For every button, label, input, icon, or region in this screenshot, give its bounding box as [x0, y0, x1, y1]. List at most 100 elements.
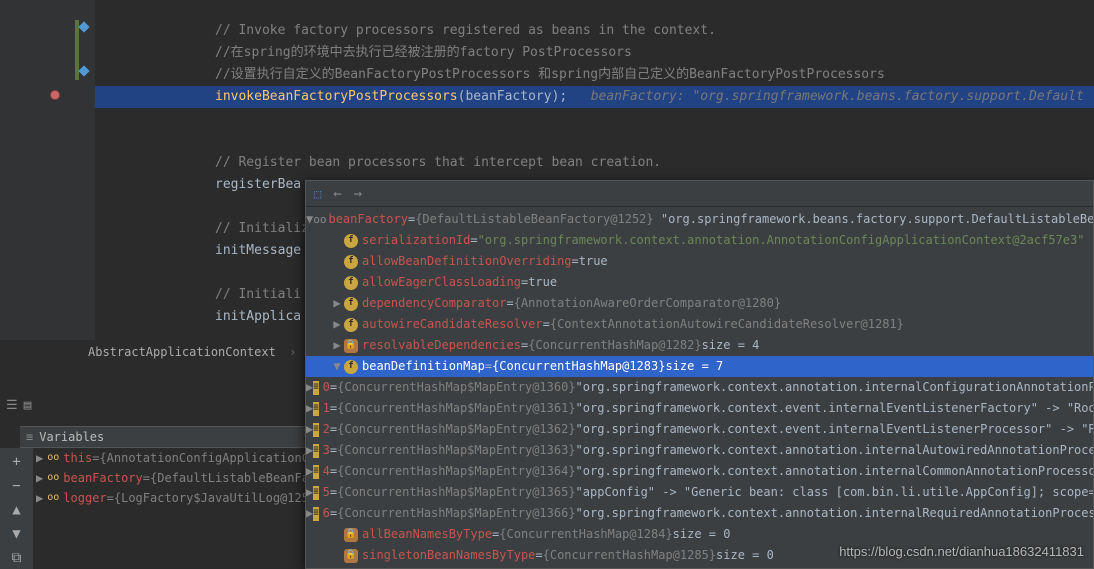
gutter[interactable]	[0, 0, 95, 340]
size-value: size = 0	[673, 524, 731, 545]
index-label: 0	[323, 377, 330, 398]
field-name: dependencyComparator	[362, 293, 507, 314]
variables-panel-header[interactable]: ≡ Variables	[20, 426, 305, 448]
tree-node-root[interactable]: ▼ oo beanFactory = {DefaultListableBeanF…	[306, 209, 1093, 230]
breakpoint-icon[interactable]	[50, 90, 60, 100]
expand-icon[interactable]: ▶	[306, 398, 313, 419]
type-value: {ConcurrentHashMap@1285}	[543, 545, 716, 566]
goggles-icon: oo	[47, 468, 59, 488]
code-comment: //在spring的环境中去执行已经被注册的factory PostProces…	[215, 45, 632, 60]
field-name: resolvableDependencies	[362, 335, 521, 356]
up-icon[interactable]: ▲	[8, 502, 26, 520]
add-watch-icon[interactable]: +	[8, 454, 26, 472]
tree-node[interactable]: ▶≡6 = {ConcurrentHashMap$MapEntry@1366} …	[306, 503, 1093, 524]
type-value: {ConcurrentHashMap$MapEntry@1361}	[337, 398, 575, 419]
index-icon: ≡	[313, 444, 318, 458]
type-value: {ConcurrentHashMap$MapEntry@1365}	[337, 482, 575, 503]
vars-icon: ≡	[26, 430, 33, 444]
tree-node[interactable]: ▶≡2 = {ConcurrentHashMap$MapEntry@1362} …	[306, 419, 1093, 440]
expand-icon[interactable]: ▶	[306, 419, 313, 440]
bool-value: true	[579, 251, 608, 272]
type-value: {ConcurrentHashMap$MapEntry@1366}	[337, 503, 575, 524]
tree-node[interactable]: fserializationId = "org.springframework.…	[306, 230, 1093, 251]
lock-icon: 🔒	[344, 549, 358, 563]
string-value: "org.springframework.context.event.inter…	[576, 398, 1093, 419]
index-label: 4	[323, 461, 330, 482]
tree-node[interactable]: ▼fbeanDefinitionMap = {ConcurrentHashMap…	[306, 356, 1093, 377]
expand-icon[interactable]: ▶	[36, 448, 43, 468]
variables-left-list[interactable]: ▶oo this = {AnnotationConfigApplicationC…	[36, 448, 306, 508]
lock-icon: 🔒	[344, 528, 358, 542]
tree-node[interactable]: ▶🔒resolvableDependencies = {ConcurrentHa…	[306, 335, 1093, 356]
down-icon[interactable]: ▼	[8, 526, 26, 544]
string-value: "org.springframework.context.annotation.…	[576, 440, 1093, 461]
index-icon: ≡	[313, 465, 318, 479]
expand-icon[interactable]: ▶	[330, 314, 344, 335]
remove-watch-icon[interactable]: −	[8, 478, 26, 496]
code-comment: // Invoke factory processors registered …	[215, 23, 716, 38]
index-label: 1	[323, 398, 330, 419]
expand-icon[interactable]: ▶	[36, 488, 43, 508]
type-value: {ConcurrentHashMap@1283}	[492, 356, 665, 377]
variable-row[interactable]: ▶oo logger = {LogFactory$JavaUtilLog@125	[36, 488, 306, 508]
tree-node[interactable]: ▶fautowireCandidateResolver = {ContextAn…	[306, 314, 1093, 335]
size-value: size = 4	[702, 335, 760, 356]
expand-icon[interactable]: ▶	[330, 293, 344, 314]
expand-icon[interactable]: ▶	[306, 461, 313, 482]
size-value: size = 7	[665, 356, 723, 377]
breadcrumb-item[interactable]: AbstractApplicationContext	[88, 345, 276, 359]
target-icon[interactable]: ⬚	[314, 187, 321, 201]
tree-node[interactable]: ▶≡4 = {ConcurrentHashMap$MapEntry@1364} …	[306, 461, 1093, 482]
lock-icon: 🔒	[344, 339, 358, 353]
variable-row[interactable]: ▶oo this = {AnnotationConfigApplicationC…	[36, 448, 306, 468]
tree-node[interactable]: fallowBeanDefinitionOverriding = true	[306, 251, 1093, 272]
popover-toolbar: ⬚ ← →	[306, 181, 1093, 207]
tree-node[interactable]: ▶≡1 = {ConcurrentHashMap$MapEntry@1361} …	[306, 398, 1093, 419]
expand-icon[interactable]: ▶	[306, 440, 313, 461]
field-name: beanDefinitionMap	[362, 356, 485, 377]
field-name: serializationId	[362, 230, 470, 251]
expand-icon[interactable]: ▶	[36, 468, 43, 488]
override-marker-icon[interactable]	[78, 21, 89, 32]
expand-icon[interactable]: ▼	[330, 356, 344, 377]
override-marker-icon[interactable]	[78, 65, 89, 76]
expand-icon[interactable]: ▶	[306, 482, 313, 503]
expand-icon[interactable]: ▶	[306, 503, 313, 524]
index-icon: ≡	[313, 381, 318, 395]
tree-node[interactable]: ▶≡3 = {ConcurrentHashMap$MapEntry@1363} …	[306, 440, 1093, 461]
code-comment: // Initiali	[215, 287, 301, 302]
tree-node[interactable]: 🔒allBeanNamesByType = {ConcurrentHashMap…	[306, 524, 1093, 545]
frames-toolbar: ☰ ▤	[6, 398, 31, 413]
index-label: 5	[323, 482, 330, 503]
field-icon: f	[344, 276, 358, 290]
field-name: autowireCandidateResolver	[362, 314, 543, 335]
current-exec-line: invokeBeanFactoryPostProcessors(beanFact…	[95, 86, 1094, 108]
forward-icon[interactable]: →	[354, 186, 362, 202]
copy-icon[interactable]: ⧉	[8, 550, 26, 568]
field-icon: f	[344, 360, 358, 374]
expand-icon[interactable]: ▶	[306, 377, 313, 398]
collapse-icon[interactable]: ▼	[306, 209, 313, 230]
bool-value: true	[528, 272, 557, 293]
tree-node[interactable]: ▶≡0 = {ConcurrentHashMap$MapEntry@1360} …	[306, 377, 1093, 398]
field-icon: f	[344, 255, 358, 269]
back-icon[interactable]: ←	[333, 186, 341, 202]
type-value: {ContextAnnotationAutowireCandidateResol…	[550, 314, 904, 335]
index-icon: ≡	[313, 402, 318, 416]
size-value: size = 0	[716, 545, 774, 566]
layout-icon[interactable]: ▤	[24, 398, 32, 413]
frames-icon[interactable]: ☰	[6, 398, 18, 413]
string-value: "appConfig" -> "Generic bean: class [com…	[576, 482, 1093, 503]
variables-label: Variables	[39, 430, 104, 444]
popover-tree[interactable]: ▼ oo beanFactory = {DefaultListableBeanF…	[306, 207, 1093, 566]
tree-node[interactable]: ▶fdependencyComparator = {AnnotationAwar…	[306, 293, 1093, 314]
field-icon: f	[344, 234, 358, 248]
tree-node[interactable]: ▶≡5 = {ConcurrentHashMap$MapEntry@1365} …	[306, 482, 1093, 503]
index-label: 2	[323, 419, 330, 440]
expand-icon[interactable]: ▶	[330, 335, 344, 356]
variable-row[interactable]: ▶oo beanFactory = {DefaultListableBeanFa…	[36, 468, 306, 488]
field-name: allowEagerClassLoading	[362, 272, 521, 293]
field-icon: f	[344, 297, 358, 311]
index-icon: ≡	[313, 507, 318, 521]
tree-node[interactable]: fallowEagerClassLoading = true	[306, 272, 1093, 293]
